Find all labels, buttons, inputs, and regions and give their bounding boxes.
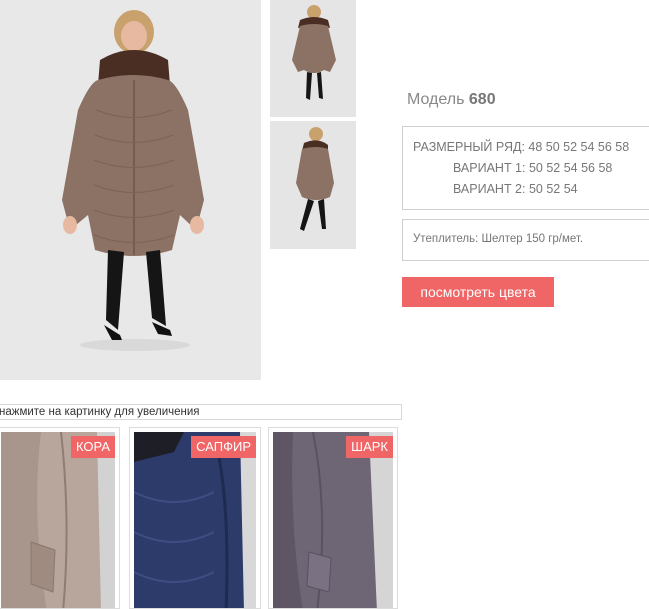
- insulation-box: Утеплитель: Шелтер 150 гр/мет.: [402, 219, 649, 261]
- zoom-hint: нажмите на картинку для увеличения: [0, 404, 402, 420]
- color-label-kora: КОРА: [70, 436, 115, 458]
- color-card-kora[interactable]: КОРА: [0, 427, 120, 609]
- variant-2-row: ВАРИАНТ 2: 50 52 54: [453, 182, 578, 196]
- kora-swatch-image: [1, 432, 115, 608]
- color-label-sapfir: САПФИР: [191, 436, 256, 458]
- variant-1-label: ВАРИАНТ 1:: [453, 161, 526, 175]
- color-card-shark[interactable]: ШАРК: [268, 427, 398, 609]
- size-range-box: РАЗМЕРНЫЙ РЯД: 48 50 52 54 56 58 ВАРИАНТ…: [402, 126, 649, 210]
- thumbnail-front-figure: [270, 0, 356, 117]
- size-row-values: 48 50 52 54 56 58: [528, 140, 630, 154]
- thumbnail-side[interactable]: [270, 121, 356, 249]
- main-product-photo[interactable]: [0, 0, 261, 380]
- sapfir-swatch-image: [134, 432, 256, 608]
- color-card-sapfir[interactable]: САПФИР: [129, 427, 261, 609]
- coat-model-figure: [0, 0, 261, 380]
- model-title: Модель 680: [407, 91, 496, 109]
- model-label: Модель: [407, 91, 465, 108]
- color-label-shark: ШАРК: [346, 436, 393, 458]
- thumbnail-front[interactable]: [270, 0, 356, 117]
- variant-1-values: 50 52 54 56 58: [528, 161, 613, 175]
- shark-swatch-image: [273, 432, 393, 608]
- view-colors-button[interactable]: посмотреть цвета: [402, 277, 554, 307]
- thumbnail-side-figure: [270, 121, 356, 249]
- variant-2-label: ВАРИАНТ 2:: [453, 182, 526, 196]
- size-row: РАЗМЕРНЫЙ РЯД: 48 50 52 54 56 58: [413, 140, 629, 154]
- insulation-text: Утеплитель: Шелтер 150 гр/мет.: [413, 233, 584, 245]
- variant-1-row: ВАРИАНТ 1: 50 52 54 56 58: [453, 161, 612, 175]
- variant-2-values: 50 52 54: [528, 182, 578, 196]
- size-row-label: РАЗМЕРНЫЙ РЯД:: [413, 140, 525, 154]
- model-number: 680: [468, 91, 496, 108]
